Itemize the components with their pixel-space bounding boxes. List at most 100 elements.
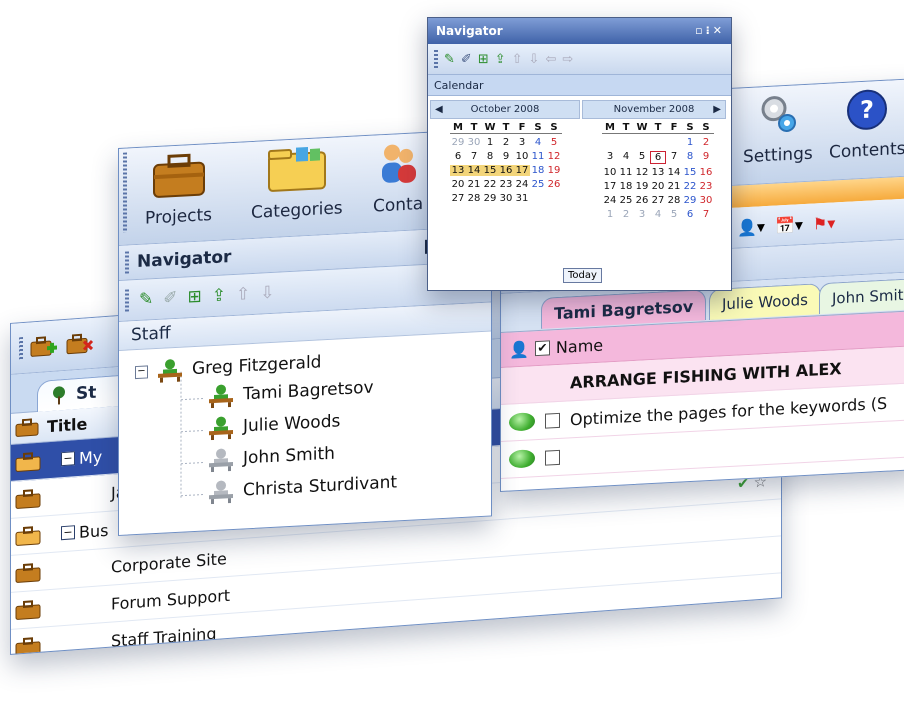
day-cell[interactable]: 20 bbox=[450, 179, 466, 190]
day-cell[interactable] bbox=[618, 137, 634, 148]
delete-project-icon[interactable] bbox=[65, 331, 95, 357]
day-cell[interactable]: 18 bbox=[618, 181, 634, 192]
pin-icon[interactable]: ⁝ bbox=[706, 24, 713, 37]
close-icon[interactable]: ✕ bbox=[713, 24, 725, 37]
day-cell[interactable]: 25 bbox=[618, 195, 634, 206]
day-cell[interactable]: 22 bbox=[482, 179, 498, 190]
day-cell[interactable]: 27 bbox=[450, 193, 466, 204]
today-button[interactable]: Today bbox=[563, 268, 602, 283]
day-cell[interactable]: 29 bbox=[482, 193, 498, 204]
day-cell[interactable]: 1 bbox=[602, 209, 618, 220]
day-cell[interactable]: 2 bbox=[498, 137, 514, 148]
contacts-button[interactable]: Conta bbox=[373, 139, 423, 217]
day-cell[interactable]: 4 bbox=[618, 151, 634, 164]
export-icon[interactable]: ⇪ bbox=[495, 52, 506, 67]
day-cell[interactable]: 26 bbox=[634, 195, 650, 206]
day-cell[interactable]: 25 bbox=[530, 179, 546, 190]
day-cell[interactable]: 11 bbox=[618, 167, 634, 178]
calendar-filter-icon[interactable]: 📅▾ bbox=[775, 215, 803, 235]
day-cell[interactable]: 3 bbox=[514, 137, 530, 148]
day-cell[interactable]: 9 bbox=[498, 151, 514, 162]
toolbar-grip[interactable] bbox=[434, 50, 438, 68]
move-down-icon[interactable]: ⇩ bbox=[260, 283, 274, 304]
day-cell[interactable]: 4 bbox=[530, 137, 546, 148]
add-project-icon[interactable] bbox=[29, 333, 59, 359]
day-cell[interactable]: 4 bbox=[650, 209, 666, 220]
day-cell[interactable]: 13 bbox=[650, 167, 666, 178]
day-cell[interactable]: 11 bbox=[530, 151, 546, 162]
tab-staff-2[interactable]: John Smith bbox=[819, 277, 904, 315]
day-cell[interactable]: 7 bbox=[466, 151, 482, 162]
day-cell[interactable]: 9 bbox=[698, 151, 714, 164]
name-column-header[interactable]: Name bbox=[556, 335, 603, 356]
move-left-icon[interactable]: ⇦ bbox=[545, 52, 556, 67]
toolbar-grip[interactable] bbox=[19, 337, 23, 360]
move-right-icon[interactable]: ⇨ bbox=[562, 52, 573, 67]
task-checkbox[interactable] bbox=[545, 449, 560, 466]
day-cell[interactable]: 31 bbox=[514, 193, 530, 204]
day-cell[interactable]: 24 bbox=[514, 179, 530, 190]
day-cell[interactable]: 14 bbox=[466, 165, 482, 176]
day-cell[interactable]: 29 bbox=[682, 195, 698, 206]
next-month-icon[interactable]: ▶ bbox=[713, 104, 721, 115]
move-up-icon[interactable]: ⇧ bbox=[512, 52, 523, 67]
day-cell[interactable]: 6 bbox=[450, 151, 466, 162]
day-cell[interactable]: 15 bbox=[682, 167, 698, 178]
categories-button[interactable]: Categories bbox=[251, 143, 343, 223]
day-cell[interactable]: 16 bbox=[498, 165, 514, 176]
day-cell[interactable]: 5 bbox=[666, 209, 682, 220]
add-item-icon[interactable]: ⊞ bbox=[188, 287, 202, 308]
person-filter-icon[interactable]: 👤▾ bbox=[737, 217, 765, 237]
day-cell[interactable]: 24 bbox=[602, 195, 618, 206]
task-checkbox[interactable] bbox=[545, 412, 560, 429]
day-cell[interactable]: 16 bbox=[698, 167, 714, 178]
add-item-icon[interactable]: ⊞ bbox=[478, 52, 489, 67]
day-cell[interactable]: 18 bbox=[530, 165, 546, 176]
person-icon[interactable]: 👤 bbox=[509, 339, 529, 359]
day-cell[interactable] bbox=[650, 137, 666, 148]
day-cell[interactable] bbox=[634, 137, 650, 148]
staff-view-icon[interactable]: ✎ bbox=[139, 289, 153, 310]
properties-icon[interactable]: ✐ bbox=[163, 288, 177, 309]
day-cell[interactable]: 28 bbox=[666, 195, 682, 206]
day-cell[interactable] bbox=[602, 137, 618, 148]
restore-icon[interactable]: ▫ bbox=[695, 24, 705, 37]
day-cell[interactable]: 10 bbox=[602, 167, 618, 178]
day-cell[interactable]: 26 bbox=[546, 179, 562, 190]
day-cell[interactable]: 28 bbox=[466, 193, 482, 204]
day-cell[interactable]: 12 bbox=[634, 167, 650, 178]
panel-grip[interactable] bbox=[125, 251, 129, 274]
day-cell[interactable]: 2 bbox=[698, 137, 714, 148]
day-cell[interactable] bbox=[666, 137, 682, 148]
day-cell[interactable]: 29 bbox=[450, 137, 466, 148]
day-cell[interactable]: 15 bbox=[482, 165, 498, 176]
day-cell[interactable]: 17 bbox=[514, 165, 530, 176]
day-cell-today[interactable]: 6 bbox=[650, 151, 666, 164]
move-down-icon[interactable]: ⇩ bbox=[529, 52, 540, 67]
day-cell[interactable]: 3 bbox=[602, 151, 618, 164]
select-all-checkbox[interactable]: ✔ bbox=[534, 339, 550, 356]
prev-month-icon[interactable]: ◀ bbox=[435, 104, 443, 115]
day-cell[interactable]: 3 bbox=[634, 209, 650, 220]
projects-button[interactable]: Projects bbox=[145, 150, 212, 229]
staff-view-icon[interactable]: ✎ bbox=[444, 52, 455, 67]
day-cell[interactable]: 8 bbox=[682, 151, 698, 164]
day-cell[interactable]: 2 bbox=[618, 209, 634, 220]
day-cell[interactable]: 5 bbox=[634, 151, 650, 164]
day-cell[interactable]: 1 bbox=[482, 137, 498, 148]
day-cell[interactable]: 21 bbox=[466, 179, 482, 190]
day-cell[interactable]: 23 bbox=[498, 179, 514, 190]
move-up-icon[interactable]: ⇧ bbox=[236, 284, 250, 305]
contents-button[interactable]: ? Contents bbox=[829, 86, 904, 163]
day-cell[interactable]: 1 bbox=[682, 137, 698, 148]
day-cell[interactable]: 10 bbox=[514, 151, 530, 162]
day-cell[interactable]: 19 bbox=[634, 181, 650, 192]
day-cell[interactable] bbox=[530, 193, 546, 204]
day-cell[interactable]: 12 bbox=[546, 151, 562, 162]
day-cell[interactable]: 21 bbox=[666, 181, 682, 192]
settings-button[interactable]: Settings bbox=[743, 91, 813, 167]
day-cell[interactable]: 7 bbox=[666, 151, 682, 164]
toolbar-grip[interactable] bbox=[125, 289, 129, 312]
day-cell[interactable]: 14 bbox=[666, 167, 682, 178]
day-cell[interactable]: 17 bbox=[602, 181, 618, 192]
